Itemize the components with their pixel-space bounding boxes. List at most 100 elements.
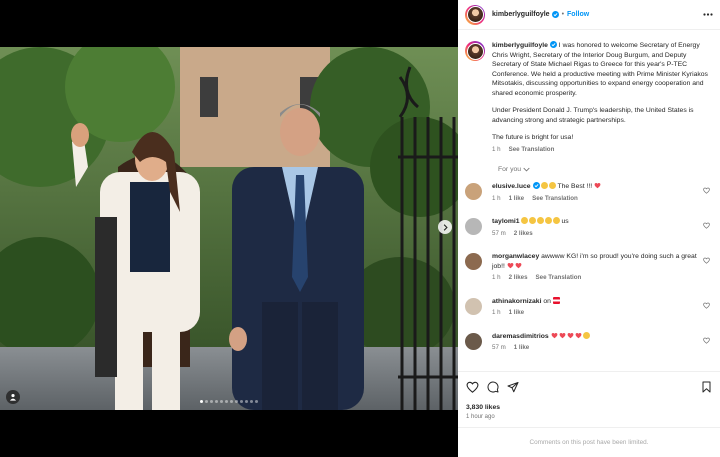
- slide-dot: [220, 400, 223, 403]
- bookmark-icon: [702, 381, 711, 393]
- comment-body: elusive.luce The Best !!! 1 h 1 like See T…: [492, 182, 712, 203]
- comments-limited-notice: Comments on this post have been limited.: [458, 427, 720, 457]
- commenter-username[interactable]: taylomi1: [492, 218, 520, 225]
- commenter-username[interactable]: daremasdimitrios: [492, 333, 549, 340]
- slide-dot: [200, 400, 203, 403]
- caption-paragraph-1: kimberlyguilfoyle I was honored to welco…: [492, 41, 712, 98]
- comment-item: daremasdimitrios 57 m 1 like: [465, 331, 712, 353]
- verified-badge-icon: [549, 41, 557, 48]
- comment-text: on: [543, 297, 551, 305]
- heart-emoji-icon: [507, 262, 514, 269]
- clap-emoji-icon: [541, 182, 549, 189]
- comment-see-translation[interactable]: See Translation: [536, 273, 582, 283]
- comment-item: taylomi1 us 57 m 2 likes: [465, 217, 712, 238]
- commenter-avatar[interactable]: [465, 218, 482, 235]
- caption-avatar[interactable]: [465, 41, 485, 61]
- heart-emoji-icon: [559, 332, 566, 339]
- comment-like-heart-icon[interactable]: [703, 302, 710, 311]
- comment-time: 57 m: [492, 344, 506, 351]
- comment-body: daremasdimitrios 57 m 1 like: [492, 331, 712, 353]
- clap-emoji-icon: [582, 331, 590, 339]
- comment-meta: 1 h 2 likes See Translation: [492, 273, 698, 283]
- comment-body: athinakornizaki on 1 h 1 like: [492, 296, 712, 318]
- comment-time: 1 h: [492, 309, 501, 316]
- slide-dot: [235, 400, 238, 403]
- clap-emoji-icon: [553, 217, 561, 224]
- comment-item: elusive.luce The Best !!! 1 h 1 like See T…: [465, 182, 712, 203]
- post-sidebar: kimberlyguilfoyle • Follow kimberlyguilf…: [458, 0, 720, 457]
- follow-button[interactable]: Follow: [567, 11, 589, 18]
- comment-likes[interactable]: 1 like: [509, 194, 524, 204]
- commenter-avatar[interactable]: [465, 297, 482, 315]
- comment-like-heart-icon[interactable]: [703, 187, 710, 196]
- comment-item: athinakornizaki on 1 h 1 like: [465, 296, 712, 318]
- slide-dot: [230, 400, 233, 403]
- like-button[interactable]: [466, 381, 479, 393]
- commenter-username[interactable]: athinakornizaki: [492, 298, 541, 305]
- commenter-avatar[interactable]: [465, 332, 482, 350]
- photo-image: [0, 47, 458, 410]
- post-timestamp[interactable]: 1 hour ago: [466, 414, 712, 420]
- clap-emoji-icon: [537, 217, 545, 224]
- comment-sort-dropdown[interactable]: For you: [498, 166, 712, 173]
- post-header: kimberlyguilfoyle • Follow: [458, 0, 720, 30]
- next-slide-button[interactable]: [438, 220, 452, 234]
- comment-like-heart-icon[interactable]: [703, 337, 710, 346]
- comment-list: elusive.luce The Best !!! 1 h 1 like See T…: [465, 182, 712, 353]
- save-button[interactable]: [701, 381, 712, 393]
- heart-emoji-icon: [594, 182, 601, 189]
- commenter-avatar[interactable]: [465, 183, 482, 200]
- comment-body: taylomi1 us 57 m 2 likes: [492, 217, 712, 238]
- more-options-button[interactable]: [703, 13, 713, 16]
- likes-count[interactable]: 3,830 likes: [466, 404, 712, 411]
- slide-dot: [240, 400, 243, 403]
- comment-time: 1 h: [492, 274, 501, 281]
- clap-emoji-icon: [521, 217, 529, 224]
- verified-badge-icon: [532, 182, 540, 189]
- comment-text: The Best !!!: [557, 183, 593, 190]
- heart-emoji-icon: [551, 332, 558, 339]
- comment-meta: 57 m 2 likes: [492, 229, 698, 239]
- share-button[interactable]: [507, 381, 519, 393]
- commenter-username[interactable]: elusive.luce: [492, 183, 531, 190]
- slide-dot: [205, 400, 208, 403]
- caption-paragraph-2: Under President Donald J. Trump's leader…: [492, 107, 694, 124]
- commenter-avatar[interactable]: [465, 253, 482, 270]
- verified-badge-icon: [551, 11, 559, 18]
- comment-likes[interactable]: 1 like: [509, 308, 524, 318]
- comment-like-heart-icon[interactable]: [703, 222, 710, 231]
- caption-see-translation[interactable]: See Translation: [509, 145, 555, 155]
- comment-meta: 1 h 1 like See Translation: [492, 194, 698, 204]
- caption-meta: 1 h See Translation: [492, 145, 712, 155]
- comment-likes[interactable]: 1 like: [514, 343, 529, 353]
- comment-sort-label: For you: [498, 166, 522, 173]
- chevron-down-icon: [523, 167, 530, 172]
- slide-dot: [210, 400, 213, 403]
- comment-like-heart-icon[interactable]: [703, 257, 710, 266]
- author-avatar[interactable]: [465, 4, 485, 25]
- commenter-username[interactable]: morganwlacey: [492, 253, 539, 260]
- caption-body: kimberlyguilfoyle I was honored to welco…: [492, 41, 712, 154]
- post-photo[interactable]: [0, 47, 458, 410]
- slide-dot: [250, 400, 253, 403]
- comments-scroll-area[interactable]: kimberlyguilfoyle I was honored to welco…: [458, 31, 720, 371]
- clap-emoji-icon: [529, 217, 537, 224]
- action-bar: 3,830 likes 1 hour ago: [458, 371, 720, 420]
- caption-username[interactable]: kimberlyguilfoyle: [492, 42, 548, 49]
- comment-likes[interactable]: 2 likes: [509, 273, 528, 283]
- slide-indicator: [0, 400, 458, 403]
- comment-time: 57 m: [492, 229, 506, 237]
- comment-item: morganwlacey awwww KG! i'm so proud! you…: [465, 252, 712, 283]
- clap-emoji-icon: [549, 182, 557, 189]
- caption-time: 1 h: [492, 145, 501, 153]
- media-pane: [0, 0, 458, 457]
- comment-time: 1 h: [492, 194, 501, 202]
- comment-meta: 57 m 1 like: [492, 343, 698, 353]
- slide-dot: [245, 400, 248, 403]
- comment-button[interactable]: [487, 381, 499, 393]
- comment-see-translation[interactable]: See Translation: [532, 194, 578, 204]
- more-horizontal-icon: [703, 13, 713, 16]
- comment-likes[interactable]: 2 likes: [514, 229, 533, 239]
- author-username[interactable]: kimberlyguilfoyle: [492, 11, 550, 18]
- slide-dot: [215, 400, 218, 403]
